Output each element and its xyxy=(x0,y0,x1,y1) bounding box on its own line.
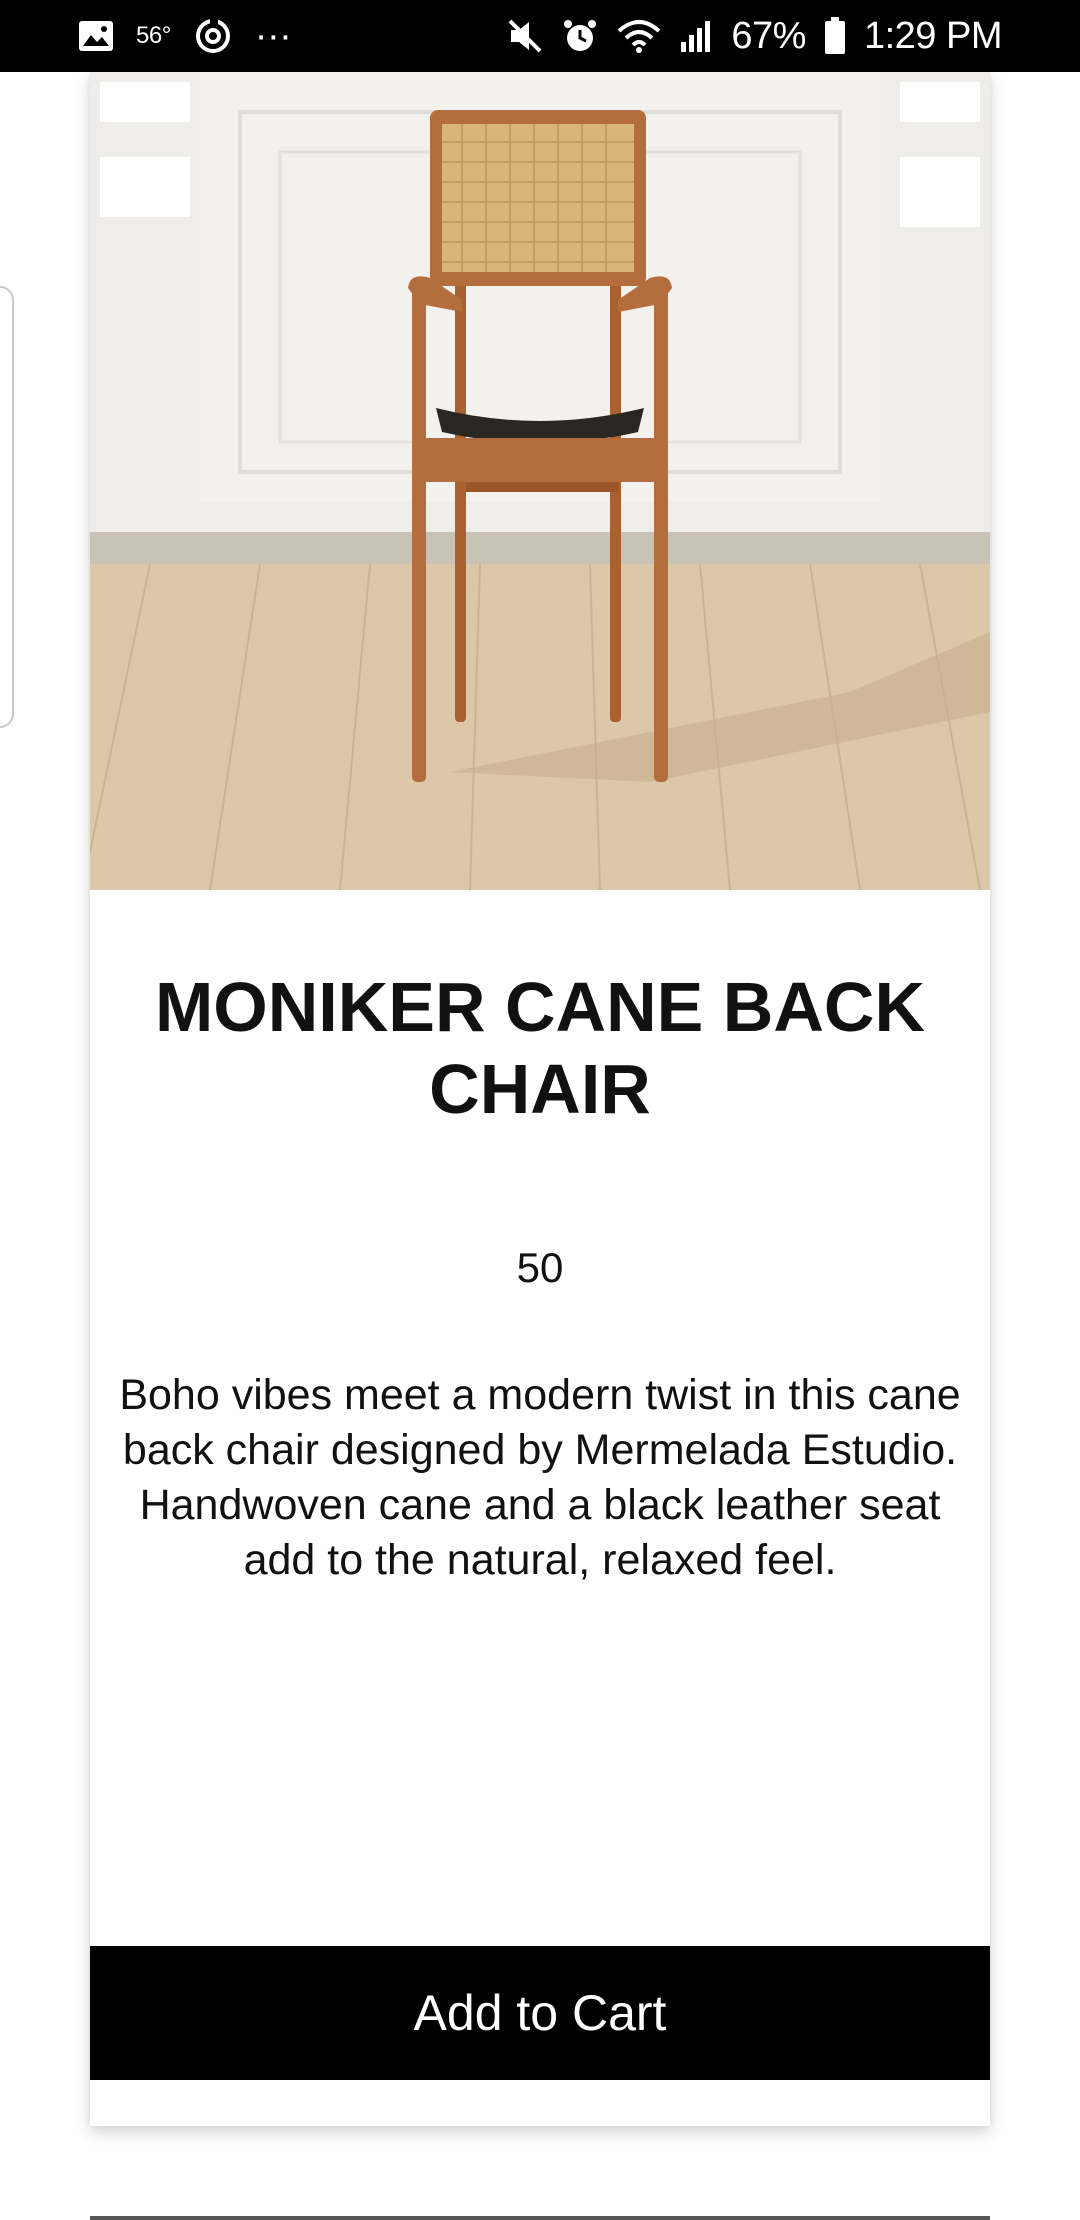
alarm-icon xyxy=(561,17,599,55)
battery-icon xyxy=(824,17,846,55)
product-card: MONIKER CANE BACK CHAIR 50 Boho vibes me… xyxy=(90,72,990,2126)
edge-panel-handle[interactable] xyxy=(0,286,14,728)
signal-icon xyxy=(679,20,713,52)
refresh-icon xyxy=(193,16,233,56)
add-to-cart-button[interactable]: Add to Cart xyxy=(90,1946,990,2080)
status-bar: 56° ··· 67% 1:29 PM xyxy=(0,0,1080,72)
battery-percent: 67% xyxy=(731,14,806,57)
status-bar-right: 67% 1:29 PM xyxy=(489,14,1003,58)
mute-icon xyxy=(507,18,543,54)
next-card-edge xyxy=(90,2216,990,2220)
clock-time: 1:29 PM xyxy=(863,14,1003,57)
product-price: 50 xyxy=(516,1244,564,1291)
wifi-icon xyxy=(617,19,661,53)
product-image xyxy=(90,72,990,890)
image-icon xyxy=(78,20,114,52)
product-title: MONIKER CANE BACK CHAIR xyxy=(155,968,925,1128)
temperature-text: 56° xyxy=(136,22,171,49)
status-bar-left: 56° ··· xyxy=(78,15,313,58)
product-description: Boho vibes meet a modern twist in this c… xyxy=(119,1371,961,1584)
more-notifications-icon: ··· xyxy=(254,14,292,57)
